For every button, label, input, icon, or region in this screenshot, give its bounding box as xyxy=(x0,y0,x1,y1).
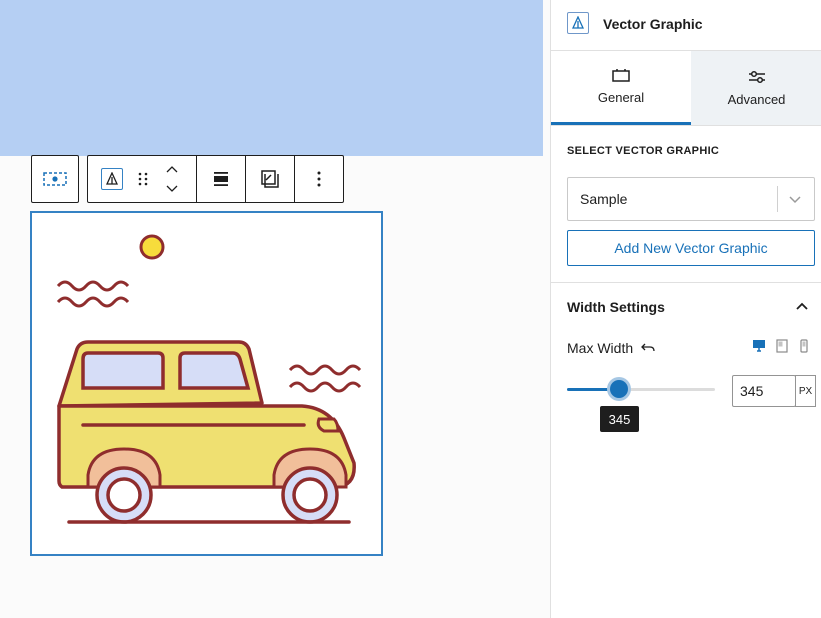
vector-graphic-block[interactable] xyxy=(30,211,383,556)
align-button[interactable] xyxy=(197,156,245,202)
mobile-icon[interactable] xyxy=(797,339,811,353)
select-divider xyxy=(777,186,778,212)
car-illustration xyxy=(56,234,362,524)
desktop-icon[interactable] xyxy=(752,339,766,353)
select-vector-graphic-label: SELECT VECTOR GRAPHIC xyxy=(567,145,720,157)
settings-sidebar: Vector Graphic General Advanced SELECT V… xyxy=(550,0,821,618)
block-parent-toolbar xyxy=(31,155,79,203)
move-up-icon xyxy=(166,166,178,173)
select-parent-button[interactable] xyxy=(32,156,78,202)
panel-divider xyxy=(551,282,821,283)
slider-tooltip: 345 xyxy=(600,406,639,432)
settings-tabs: General Advanced xyxy=(551,51,821,126)
chevron-down-icon xyxy=(789,196,801,204)
add-new-vector-graphic-button[interactable]: Add New Vector Graphic xyxy=(567,230,815,266)
max-width-slider[interactable] xyxy=(567,388,715,391)
move-down-icon xyxy=(166,185,178,192)
sun-shape xyxy=(139,234,165,260)
drag-handle[interactable] xyxy=(132,156,154,202)
tab-general[interactable]: General xyxy=(551,51,691,125)
block-toolbar xyxy=(87,155,344,203)
more-options-button[interactable] xyxy=(295,156,343,202)
sliders-icon xyxy=(748,70,765,83)
general-tab-icon xyxy=(612,69,630,82)
tab-advanced[interactable]: Advanced xyxy=(691,51,821,125)
replace-icon xyxy=(261,170,279,188)
chevron-up-icon xyxy=(796,302,808,310)
unit-selector[interactable]: PX xyxy=(795,375,816,407)
block-title: Vector Graphic xyxy=(603,16,703,32)
move-down-button[interactable] xyxy=(160,178,184,200)
panel-toggle-button[interactable] xyxy=(793,298,811,314)
tablet-icon[interactable] xyxy=(775,339,789,353)
width-settings-title: Width Settings xyxy=(567,299,665,315)
vector-graphic-select[interactable]: Sample xyxy=(567,177,815,221)
block-card: Vector Graphic xyxy=(551,0,821,51)
tab-general-label: General xyxy=(597,90,645,105)
align-icon xyxy=(214,172,228,186)
replace-button[interactable] xyxy=(246,156,294,202)
editor-canvas xyxy=(0,0,550,618)
max-width-input[interactable] xyxy=(732,375,796,407)
more-options-icon xyxy=(317,171,321,187)
max-width-label: Max Width xyxy=(567,340,634,356)
slider-thumb[interactable] xyxy=(610,380,628,398)
select-value: Sample xyxy=(580,191,628,207)
block-type-button[interactable] xyxy=(92,156,132,202)
tab-advanced-label: Advanced xyxy=(727,91,786,107)
blue-cover-block[interactable] xyxy=(0,0,543,156)
vector-graphic-icon xyxy=(101,168,123,190)
block-placeholder-icon xyxy=(43,172,67,186)
drag-handle-icon xyxy=(138,172,148,186)
move-up-button[interactable] xyxy=(160,158,184,180)
vector-graphic-icon xyxy=(567,12,589,34)
reset-icon[interactable] xyxy=(641,341,655,355)
